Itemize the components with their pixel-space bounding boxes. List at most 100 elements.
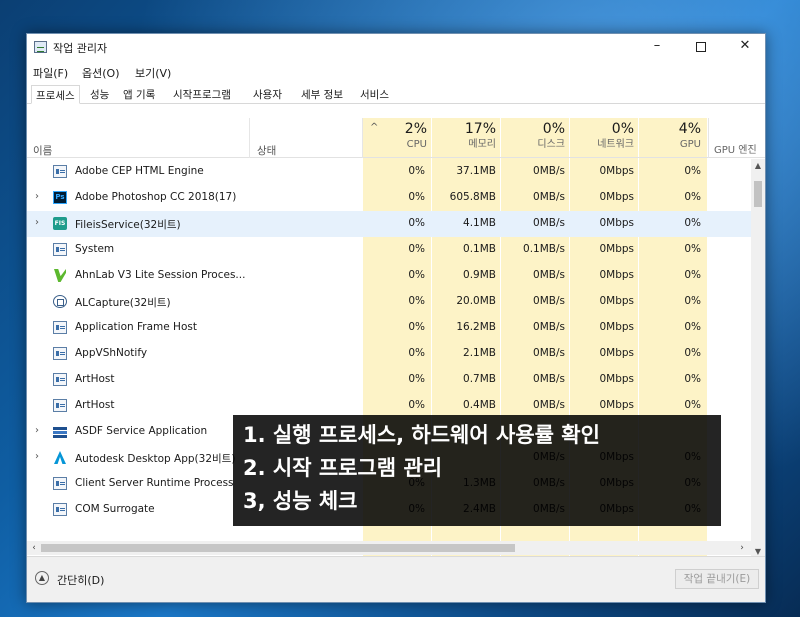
- caption-line-2: 2. 시작 프로그램 관리: [243, 456, 443, 480]
- chevron-right-icon[interactable]: ›: [35, 451, 39, 462]
- network-cell: 0Mbps: [599, 165, 634, 177]
- column-name[interactable]: 이름: [33, 143, 52, 158]
- network-cell: 0Mbps: [599, 217, 634, 229]
- memory-cell: 0.9MB: [463, 269, 496, 281]
- disk-cell: 0.1MB/s: [523, 243, 565, 255]
- close-button[interactable]: ✕: [725, 34, 765, 60]
- memory-cell: 4.1MB: [463, 217, 496, 229]
- column-cpu[interactable]: 2% CPU: [363, 120, 427, 152]
- disk-cell: 0MB/s: [533, 321, 565, 333]
- tab-users[interactable]: 사용자: [249, 85, 286, 104]
- table-row[interactable]: ArtHost 0% 0.7MB 0MB/s 0Mbps 0%: [27, 367, 751, 393]
- table-row[interactable]: › FIS FileisService(32비트) 0% 4.1MB 0MB/s 0Mbps…: [27, 211, 751, 237]
- generic-app-icon: [53, 165, 67, 178]
- header-separator: [249, 118, 250, 158]
- tab-processes[interactable]: 프로세스: [31, 85, 80, 104]
- table-row[interactable]: Adobe CEP HTML Engine 0% 37.1MB 0MB/s 0Mbps 0…: [27, 159, 751, 185]
- maximize-button[interactable]: [681, 34, 721, 60]
- menu-view[interactable]: 보기(V): [135, 65, 171, 81]
- cpu-cell: 0%: [408, 399, 425, 411]
- gpu-label: GPU: [679, 139, 701, 150]
- scroll-down-icon[interactable]: ▼: [751, 547, 765, 556]
- table-row[interactable]: ALCapture(32비트) 0% 20.0MB 0MB/s 0Mbps 0%: [27, 289, 751, 315]
- ahnlab-icon: [53, 269, 67, 282]
- network-cell: 0Mbps: [599, 321, 634, 333]
- gpu-cell: 0%: [684, 347, 701, 359]
- network-cell: 0Mbps: [599, 399, 634, 411]
- minimize-button[interactable]: –: [637, 34, 677, 60]
- gpu-cell: 0%: [684, 191, 701, 203]
- process-name: Adobe CEP HTML Engine: [75, 165, 204, 177]
- scroll-up-icon[interactable]: ▲: [751, 161, 765, 170]
- horizontal-scrollbar[interactable]: ‹ ›: [27, 541, 751, 555]
- column-status[interactable]: 상태: [257, 143, 276, 158]
- tab-app-history[interactable]: 앱 기록: [119, 85, 159, 104]
- disk-cell: 0MB/s: [533, 373, 565, 385]
- table-row[interactable]: › Ps Adobe Photoshop CC 2018(17) 0% 605.8MB 0…: [27, 185, 751, 211]
- gpu-cell: 0%: [684, 269, 701, 281]
- tab-startup[interactable]: 시작프로그램: [169, 85, 235, 104]
- cpu-cell: 0%: [408, 321, 425, 333]
- process-name: AppVShNotify: [75, 347, 148, 359]
- asdf-icon: [53, 425, 67, 438]
- memory-cell: 605.8MB: [449, 191, 496, 203]
- tab-details[interactable]: 세부 정보: [297, 85, 347, 104]
- column-memory[interactable]: 17% 메모리: [432, 120, 496, 152]
- chevron-right-icon[interactable]: ›: [35, 425, 39, 436]
- header-separator: [708, 118, 709, 158]
- generic-app-icon: [53, 321, 67, 334]
- fewer-details-link[interactable]: 간단히(D): [57, 572, 104, 588]
- cpu-cell: 0%: [408, 269, 425, 281]
- menu-options[interactable]: 옵션(O): [82, 65, 119, 81]
- gpu-cell: 0%: [684, 295, 701, 307]
- column-disk[interactable]: 0% 디스크: [501, 120, 565, 152]
- task-manager-icon: [34, 41, 47, 53]
- caption-line-1: 1. 실행 프로세스, 하드웨어 사용률 확인: [243, 423, 600, 447]
- photoshop-icon: Ps: [53, 191, 67, 204]
- disk-cell: 0MB/s: [533, 347, 565, 359]
- memory-label: 메모리: [468, 139, 496, 150]
- tab-services[interactable]: 서비스: [356, 85, 393, 104]
- process-name: ASDF Service Application: [75, 425, 208, 437]
- generic-app-icon: [53, 477, 67, 490]
- process-name: System: [75, 243, 115, 255]
- scroll-left-icon[interactable]: ‹: [27, 541, 41, 555]
- process-name: COM Surrogate: [75, 503, 155, 515]
- horizontal-scroll-thumb[interactable]: [41, 544, 515, 552]
- generic-app-icon: [53, 373, 67, 386]
- generic-app-icon: [53, 399, 67, 412]
- table-row[interactable]: AhnLab V3 Lite Session Proces... 0% 0.9MB 0…: [27, 263, 751, 289]
- tab-performance[interactable]: 성능: [86, 85, 113, 104]
- network-cell: 0Mbps: [599, 373, 634, 385]
- menu-file[interactable]: 파일(F): [33, 65, 68, 81]
- header-separator: [362, 118, 363, 158]
- maximize-icon: [696, 42, 706, 52]
- network-cell: 0Mbps: [599, 269, 634, 281]
- column-gpu[interactable]: 4% GPU: [639, 120, 701, 152]
- fileis-icon: FIS: [53, 217, 67, 230]
- column-gpu-engine[interactable]: GPU 엔진: [714, 141, 757, 156]
- chevron-right-icon[interactable]: ›: [35, 217, 39, 228]
- vertical-scrollbar[interactable]: ▲ ▼: [751, 159, 765, 573]
- cpu-total: 2%: [404, 121, 427, 137]
- scroll-right-icon[interactable]: ›: [735, 541, 749, 555]
- table-row[interactable]: System 0% 0.1MB 0.1MB/s 0Mbps 0%: [27, 237, 751, 263]
- process-name: AhnLab V3 Lite Session Proces...: [75, 269, 246, 281]
- gpu-cell: 0%: [684, 165, 701, 177]
- table-row[interactable]: Application Frame Host 0% 16.2MB 0MB/s 0Mbps…: [27, 315, 751, 341]
- cpu-cell: 0%: [408, 347, 425, 359]
- vertical-scroll-thumb[interactable]: [754, 181, 762, 207]
- title-bar[interactable]: 작업 관리자 – ✕: [27, 34, 765, 60]
- column-network[interactable]: 0% 네트워크: [570, 120, 634, 152]
- memory-cell: 0.7MB: [463, 373, 496, 385]
- network-total: 0%: [611, 121, 634, 137]
- cpu-cell: 0%: [408, 243, 425, 255]
- chevron-up-circle-icon[interactable]: ▲: [35, 571, 49, 585]
- end-task-button[interactable]: 작업 끝내기(E): [675, 569, 759, 589]
- table-row[interactable]: AppVShNotify 0% 2.1MB 0MB/s 0Mbps 0%: [27, 341, 751, 367]
- memory-total: 17%: [464, 121, 496, 137]
- disk-total: 0%: [542, 121, 565, 137]
- gpu-cell: 0%: [684, 321, 701, 333]
- chevron-right-icon[interactable]: ›: [35, 191, 39, 202]
- gpu-total: 4%: [678, 121, 701, 137]
